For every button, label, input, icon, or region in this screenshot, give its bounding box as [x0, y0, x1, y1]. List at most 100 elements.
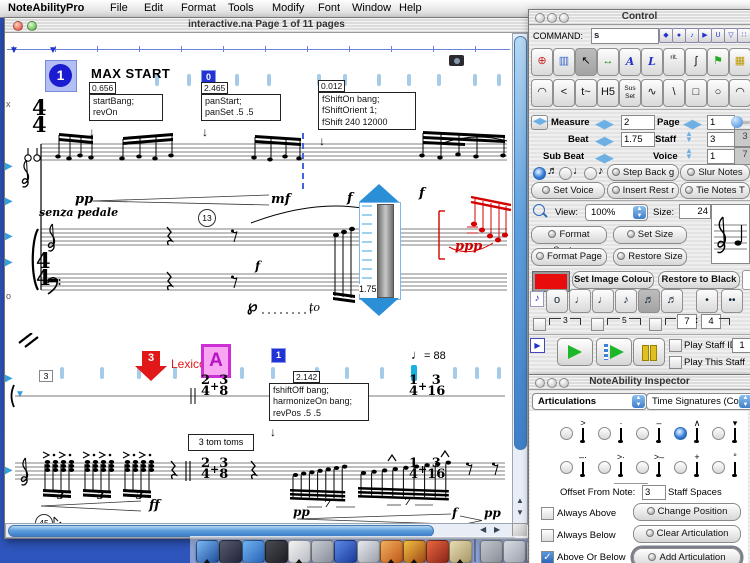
document-title-bar[interactable]: interactive.na Page 1 of 11 pages — [5, 18, 528, 33]
menu-item-file[interactable]: File — [110, 2, 128, 14]
stepper-icon[interactable]: ▲▼ — [739, 395, 750, 408]
close-icon[interactable] — [535, 13, 545, 23]
position-slider-ball[interactable] — [731, 116, 743, 128]
zoom-icon[interactable] — [559, 378, 569, 388]
measure-field[interactable]: 2 — [621, 115, 655, 130]
max-message-box[interactable]: fshiftOff bang; harmonizeOn bang; revPos… — [269, 383, 369, 421]
dynamics-tool-icon[interactable]: L — [641, 48, 663, 76]
speaker-icon[interactable]: ◆ — [659, 28, 673, 43]
quarter-note-button[interactable]: ♩ — [592, 289, 614, 313]
magnifier-icon[interactable]: ● — [672, 28, 686, 43]
mini-play-icon[interactable]: ▶ — [530, 338, 545, 353]
minimize-icon[interactable] — [547, 378, 557, 388]
set-voice-button[interactable]: Set Voice — [531, 182, 605, 199]
squiggle-tool-icon[interactable]: ∫ — [685, 48, 707, 76]
clear-articulation-button[interactable]: Clear Articulation — [633, 525, 741, 543]
event-badge-1[interactable]: 1 — [271, 348, 286, 363]
double-dot-button[interactable]: •• — [721, 289, 743, 313]
tuplet3-checkbox[interactable] — [533, 318, 546, 331]
offset-field[interactable]: 3 — [642, 485, 666, 500]
beat-field[interactable]: 1.75 — [621, 132, 655, 147]
max-message-box[interactable]: fShiftOn bang; fShiftOrient 1; fShift 24… — [318, 92, 416, 130]
system-marker-box[interactable]: 1 — [45, 60, 77, 92]
arc-tool-icon[interactable]: ◠ — [729, 79, 750, 107]
zoom-button[interactable] — [27, 21, 37, 31]
left-measure-box[interactable]: 3 — [39, 370, 53, 382]
menu-item-modify[interactable]: Modify — [272, 2, 304, 14]
cursor-tool-icon[interactable]: ↖ — [575, 48, 597, 76]
msg-tag[interactable]: 0.012 — [318, 80, 345, 92]
note-entry-radio[interactable] — [533, 167, 546, 180]
tuplet-ratio-checkbox[interactable] — [649, 318, 662, 331]
restore-size-button[interactable]: Restore Size — [613, 248, 687, 266]
voice-stepper[interactable]: ▲▼ — [683, 148, 695, 160]
ratio-right-field[interactable]: 4 — [701, 314, 721, 329]
hairpin-tool-icon[interactable]: < — [553, 79, 575, 107]
tie-notes-button[interactable]: Tie Notes T — [680, 182, 750, 199]
format-system-button[interactable]: Format System — [531, 226, 607, 244]
half-note-button[interactable]: ♩ — [569, 289, 591, 313]
menu-item-format[interactable]: Format — [181, 2, 216, 14]
h5-tool-icon[interactable]: H5 — [597, 79, 619, 107]
undo-icon[interactable]: U — [711, 28, 725, 43]
format-page-button[interactable]: Format Page — [531, 248, 607, 266]
tom-toms-box[interactable]: 3 tom toms — [188, 434, 254, 451]
whole-note-button[interactable]: o — [546, 289, 568, 313]
note-spacing-tool-icon[interactable]: ↔ — [597, 48, 619, 76]
staccatissimo-radio[interactable] — [712, 427, 725, 440]
fader-widget[interactable]: 1.75 — [357, 184, 403, 316]
marcato-radio[interactable] — [674, 427, 687, 440]
dock-app-dark-icon[interactable] — [219, 540, 242, 563]
menu-item-edit[interactable]: Edit — [144, 2, 163, 14]
msg-tag[interactable]: 2.142 — [293, 371, 320, 383]
msg-tag[interactable]: 0.656 — [89, 82, 116, 94]
category-popup[interactable]: Articulations ▲▼ — [532, 393, 647, 410]
voice-field[interactable]: 1 — [707, 149, 735, 164]
fader-tool-icon[interactable]: ▥ — [553, 48, 575, 76]
dock-internet-explorer-icon[interactable] — [242, 540, 265, 563]
command-input[interactable]: s — [591, 28, 659, 44]
minimize-icon[interactable] — [547, 13, 557, 23]
pause-button[interactable] — [633, 338, 665, 366]
play-staff-id-field[interactable]: 1 — [732, 338, 750, 353]
dock-apple-icon[interactable] — [311, 540, 334, 563]
fader-down-arrow[interactable] — [359, 298, 399, 316]
keyboard-tool-icon[interactable]: ▦ — [729, 48, 750, 76]
stepper-icon[interactable]: ▲▼ — [632, 395, 645, 408]
slur-notes-button[interactable]: Slur Notes — [680, 164, 750, 181]
note-entry-radio[interactable] — [559, 167, 572, 180]
tenuto-staccato-radio[interactable] — [560, 461, 573, 474]
position-slider[interactable] — [733, 121, 750, 124]
scroll-up-arrow[interactable]: ▲ — [516, 496, 524, 506]
staff-stepper[interactable]: ▲▼ — [683, 131, 695, 143]
set-image-colour-button[interactable]: Set Image Colour — [572, 271, 654, 289]
play-this-staff-checkbox[interactable] — [669, 356, 682, 369]
stepper-icon[interactable]: ▲▼ — [633, 206, 646, 219]
beat-stepper[interactable]: ◀▶ — [595, 133, 613, 149]
rit-tool-icon[interactable]: rit. — [663, 48, 685, 76]
close-button[interactable] — [13, 21, 23, 31]
vertical-scrollbar-thumb[interactable] — [514, 36, 527, 450]
target-tool-icon[interactable]: ⊕ — [531, 48, 553, 76]
play-staff-id-checkbox[interactable] — [669, 339, 682, 352]
metronome-icon[interactable]: ▽ — [724, 28, 738, 43]
harmonic-radio[interactable] — [712, 461, 725, 474]
subcategory-popup[interactable]: Time Signatures (Com ▲▼ — [646, 393, 750, 410]
score-canvas[interactable]: ▼▼▶▶▶▶▶▼▶ — [5, 33, 512, 523]
white-note-button[interactable] — [742, 270, 750, 290]
trill-tool-icon[interactable]: t~ — [575, 79, 597, 107]
max-message-box[interactable]: startBang; revOn — [89, 94, 163, 121]
close-icon[interactable] — [535, 378, 545, 388]
size-field[interactable]: 24 — [679, 204, 711, 219]
play-from-cursor-button[interactable] — [596, 338, 632, 366]
slur-tool-icon[interactable]: ◠ — [531, 79, 553, 107]
thirtysecond-note-button[interactable]: ♬ — [661, 289, 683, 313]
scroll-down-arrow[interactable]: ▼ — [516, 508, 524, 518]
above-or-below-checkbox[interactable]: ✓ — [541, 551, 554, 563]
measure-stepper[interactable]: ◀▶ — [595, 116, 613, 132]
note-icon[interactable]: ♪ — [685, 28, 699, 43]
rect-tool-icon[interactable]: □ — [685, 79, 707, 107]
staccato-radio[interactable] — [598, 427, 611, 440]
dock-prefs-icon[interactable] — [480, 540, 503, 563]
eighth-note-button[interactable]: ♪ — [615, 289, 637, 313]
